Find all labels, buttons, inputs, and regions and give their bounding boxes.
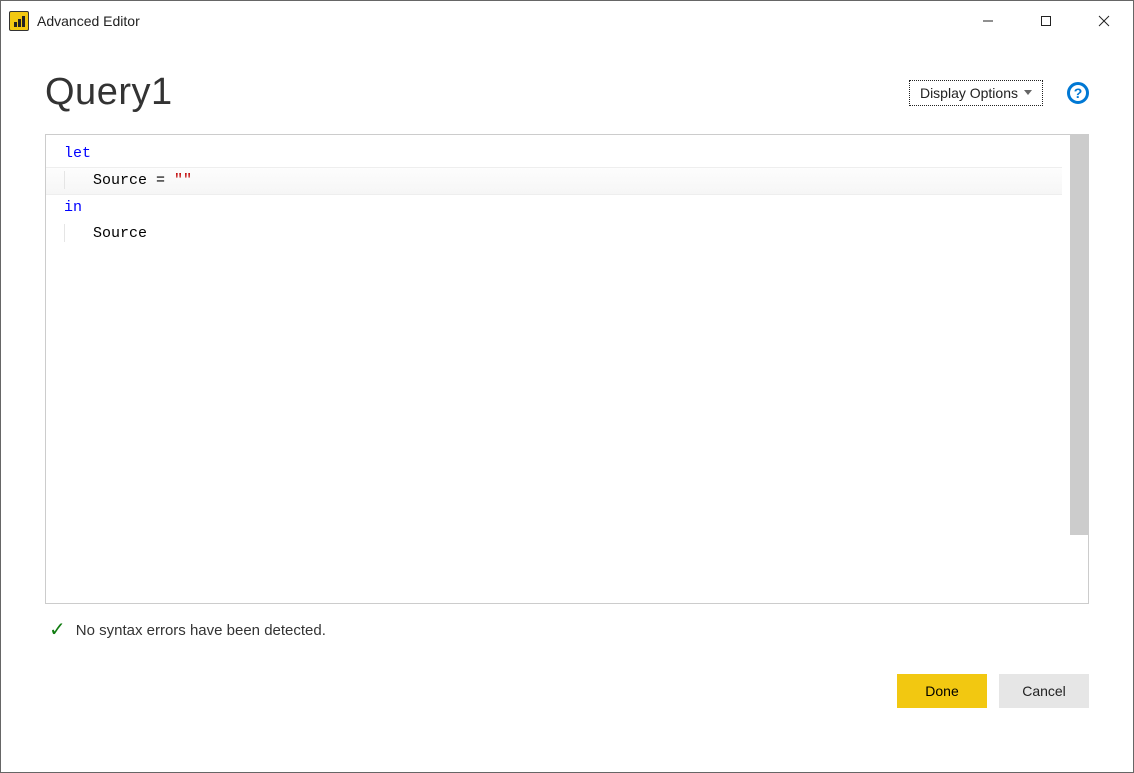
query-title: Query1 — [45, 71, 173, 114]
display-options-label: Display Options — [920, 85, 1018, 101]
scrollbar-thumb[interactable] — [1070, 135, 1088, 535]
vertical-scrollbar[interactable] — [1070, 135, 1088, 603]
code-editor[interactable]: let Source = "" in Source — [45, 134, 1089, 604]
minimize-button[interactable] — [959, 1, 1017, 41]
chevron-down-icon — [1024, 90, 1032, 95]
code-string-literal: "" — [174, 172, 192, 189]
maximize-button[interactable] — [1017, 1, 1075, 41]
cancel-button[interactable]: Cancel — [999, 674, 1089, 708]
status-bar: ✓ No syntax errors have been detected. — [45, 604, 1089, 640]
done-button[interactable]: Done — [897, 674, 987, 708]
keyword-let: let — [64, 145, 91, 162]
window-controls — [959, 1, 1133, 41]
status-message: No syntax errors have been detected. — [76, 622, 326, 639]
code-source-ref: Source — [93, 225, 147, 242]
footer-buttons: Done Cancel — [45, 640, 1089, 708]
advanced-editor-window: Advanced Editor Query1 Display Options ? — [0, 0, 1134, 773]
header-row: Query1 Display Options ? — [45, 71, 1089, 114]
close-button[interactable] — [1075, 1, 1133, 41]
check-icon: ✓ — [49, 620, 66, 640]
code-text[interactable]: let Source = "" in Source — [46, 135, 1070, 603]
titlebar: Advanced Editor — [1, 1, 1133, 41]
help-icon[interactable]: ? — [1067, 82, 1089, 104]
powerbi-icon — [9, 11, 29, 31]
code-source-assign: Source = — [93, 172, 174, 189]
keyword-in: in — [64, 199, 82, 216]
content-area: Query1 Display Options ? let Source = ""… — [1, 41, 1133, 772]
window-title: Advanced Editor — [37, 13, 140, 29]
display-options-dropdown[interactable]: Display Options — [909, 80, 1043, 106]
